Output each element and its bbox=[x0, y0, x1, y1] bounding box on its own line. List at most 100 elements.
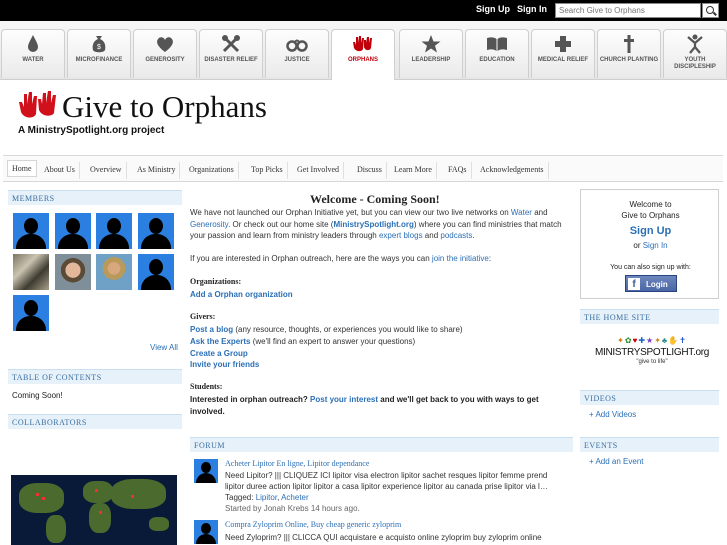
tab-church-planting[interactable]: CHURCH PLANTING bbox=[597, 29, 661, 78]
member-avatar[interactable] bbox=[96, 213, 132, 249]
nav-organizations[interactable]: Organizations bbox=[185, 162, 239, 179]
toc-text: Coming Soon! bbox=[12, 391, 63, 400]
add-event-link[interactable]: + Add an Event bbox=[589, 457, 644, 466]
handcuffs-icon bbox=[286, 34, 308, 54]
youth-figure-icon bbox=[684, 34, 706, 54]
tag-link[interactable]: Lipitor bbox=[256, 493, 277, 502]
sign-in-link[interactable]: Sign In bbox=[643, 241, 668, 250]
tab-orphans[interactable]: ORPHANS bbox=[331, 29, 395, 80]
facebook-login-label: Login bbox=[646, 280, 668, 289]
tab-label: MEDICAL RELIEF bbox=[537, 57, 589, 63]
crossed-tools-icon bbox=[220, 34, 242, 54]
search-input[interactable] bbox=[555, 3, 701, 18]
forum-header: FORUM bbox=[190, 437, 573, 452]
add-videos-link[interactable]: + Add Videos bbox=[589, 410, 636, 419]
also-sign-up-text: You can also sign up with: bbox=[610, 264, 691, 271]
ministryspotlight-name: MINISTRYSPOTLIGHT.org bbox=[594, 347, 710, 358]
welcome-text: Welcome to bbox=[629, 200, 672, 209]
sign-in-link[interactable]: Sign In bbox=[517, 4, 547, 14]
generosity-link[interactable]: Generosity bbox=[190, 220, 228, 229]
cause-tab-bar: WATER $ MICROFINANCE GENEROSITY DISASTER… bbox=[0, 21, 727, 80]
collaborators-map[interactable] bbox=[11, 475, 177, 545]
tab-education[interactable]: EDUCATION bbox=[465, 29, 529, 78]
tab-generosity[interactable]: GENEROSITY bbox=[133, 29, 197, 78]
tab-medical-relief[interactable]: MEDICAL RELIEF bbox=[531, 29, 595, 78]
post-blog-link[interactable]: Post a blog bbox=[190, 325, 233, 334]
post-interest-link[interactable]: Post your interest bbox=[310, 395, 378, 404]
tab-label: LEADERSHIP bbox=[411, 57, 451, 63]
view-all-members-link[interactable]: View All bbox=[150, 343, 178, 352]
intro-paragraph: We have not launched our Orphan Initiati… bbox=[190, 207, 572, 242]
students-paragraph: Interested in orphan outreach? Post your… bbox=[190, 394, 572, 417]
initiative-paragraph: If you are interested in Orphan outreach… bbox=[190, 253, 572, 265]
nav-overview[interactable]: Overview bbox=[86, 162, 127, 179]
join-initiative-link[interactable]: join the initiative bbox=[432, 254, 489, 263]
money-bag-icon: $ bbox=[88, 34, 110, 54]
member-avatar[interactable] bbox=[55, 213, 91, 249]
text: and bbox=[531, 208, 548, 217]
top-bar: Sign Up Sign In bbox=[0, 0, 727, 21]
podcasts-link[interactable]: podcasts bbox=[440, 231, 472, 240]
facebook-login-button[interactable]: f Login bbox=[625, 275, 677, 292]
nav-discuss[interactable]: Discuss bbox=[353, 162, 387, 179]
post-meta: Started by Jonah Krebs 14 hours ago. bbox=[225, 504, 360, 513]
tab-label: ORPHANS bbox=[347, 57, 378, 63]
red-hands-logo-icon bbox=[19, 91, 56, 118]
ministryspotlight-logo[interactable]: ✦✿♥✚★✦♣✋✝ MINISTRYSPOTLIGHT.org "give to… bbox=[592, 336, 712, 365]
givers-label: Givers: bbox=[190, 312, 216, 321]
sign-up-link[interactable]: Sign Up bbox=[581, 225, 720, 237]
member-photo[interactable] bbox=[96, 254, 132, 290]
tab-leadership[interactable]: LEADERSHIP bbox=[399, 29, 463, 78]
nav-top-picks[interactable]: Top Picks bbox=[247, 162, 288, 179]
tab-disaster-relief[interactable]: DISASTER RELIEF bbox=[199, 29, 263, 78]
water-drop-icon bbox=[22, 34, 44, 54]
search-icon[interactable] bbox=[702, 3, 719, 18]
forum-post-excerpt: Need Zyloprim? ||| CLICCA QUI acquistare… bbox=[225, 533, 542, 542]
or-sign-in: or Sign In bbox=[581, 241, 720, 250]
text: If you are interested in Orphan outreach… bbox=[190, 254, 432, 263]
tab-label: GENEROSITY bbox=[145, 57, 185, 63]
member-avatar[interactable] bbox=[13, 295, 49, 331]
tab-microfinance[interactable]: $ MICROFINANCE bbox=[67, 29, 131, 78]
post-author-avatar[interactable] bbox=[194, 459, 218, 483]
svg-text:$: $ bbox=[97, 44, 101, 51]
nav-get-involved[interactable]: Get Involved bbox=[293, 162, 344, 179]
invite-friends-link[interactable]: Invite your friends bbox=[190, 359, 572, 371]
member-photo[interactable] bbox=[55, 254, 91, 290]
nav-about-us[interactable]: About Us bbox=[40, 162, 80, 179]
site-title: Give to Orphans bbox=[62, 89, 267, 124]
add-organization-link[interactable]: Add a Orphan organization bbox=[190, 289, 572, 301]
nav-acknowledgements[interactable]: Acknowledgements bbox=[476, 162, 549, 179]
tab-water[interactable]: WATER bbox=[1, 29, 65, 78]
ministryspotlight-link[interactable]: MinistrySpotlight.org bbox=[333, 220, 413, 229]
water-link[interactable]: Water bbox=[511, 208, 532, 217]
text: and bbox=[422, 231, 441, 240]
nav-as-ministry[interactable]: As Ministry bbox=[133, 162, 181, 179]
post-author-avatar[interactable] bbox=[194, 520, 218, 544]
forum-post-title[interactable]: Acheter Lipitor En ligne, Lipitor depend… bbox=[225, 459, 369, 468]
facebook-icon: f bbox=[628, 278, 640, 290]
tab-label: MICROFINANCE bbox=[75, 57, 123, 63]
text: or bbox=[633, 241, 643, 250]
sign-up-link[interactable]: Sign Up bbox=[476, 4, 510, 14]
nav-home[interactable]: Home bbox=[7, 160, 37, 177]
nav-faqs[interactable]: FAQs bbox=[444, 162, 472, 179]
member-avatar[interactable] bbox=[138, 213, 174, 249]
text: . Or check out our home site ( bbox=[228, 219, 334, 229]
expert-blogs-link[interactable]: expert blogs bbox=[379, 231, 423, 240]
tab-youth-discipleship[interactable]: YOUTH DISCIPLESHIP bbox=[663, 29, 727, 78]
member-avatar[interactable] bbox=[13, 213, 49, 249]
tab-label: WATER bbox=[22, 57, 44, 63]
medical-cross-icon bbox=[552, 34, 574, 54]
tab-justice[interactable]: JUSTICE bbox=[265, 29, 329, 78]
nav-learn-more[interactable]: Learn More bbox=[390, 162, 437, 179]
ask-experts-link[interactable]: Ask the Experts bbox=[190, 337, 250, 346]
member-avatar[interactable] bbox=[138, 254, 174, 290]
tag-link[interactable]: Acheter bbox=[281, 493, 309, 502]
site-subtitle: A MinistrySpotlight.org project bbox=[18, 125, 165, 136]
forum-post-title[interactable]: Compra Zyloprim Online, Buy cheap generi… bbox=[225, 520, 401, 529]
ministryspotlight-tagline: "give to life" bbox=[636, 359, 668, 365]
create-group-link[interactable]: Create a Group bbox=[190, 348, 572, 360]
member-photo[interactable] bbox=[13, 254, 49, 290]
events-header: EVENTS bbox=[580, 437, 719, 452]
